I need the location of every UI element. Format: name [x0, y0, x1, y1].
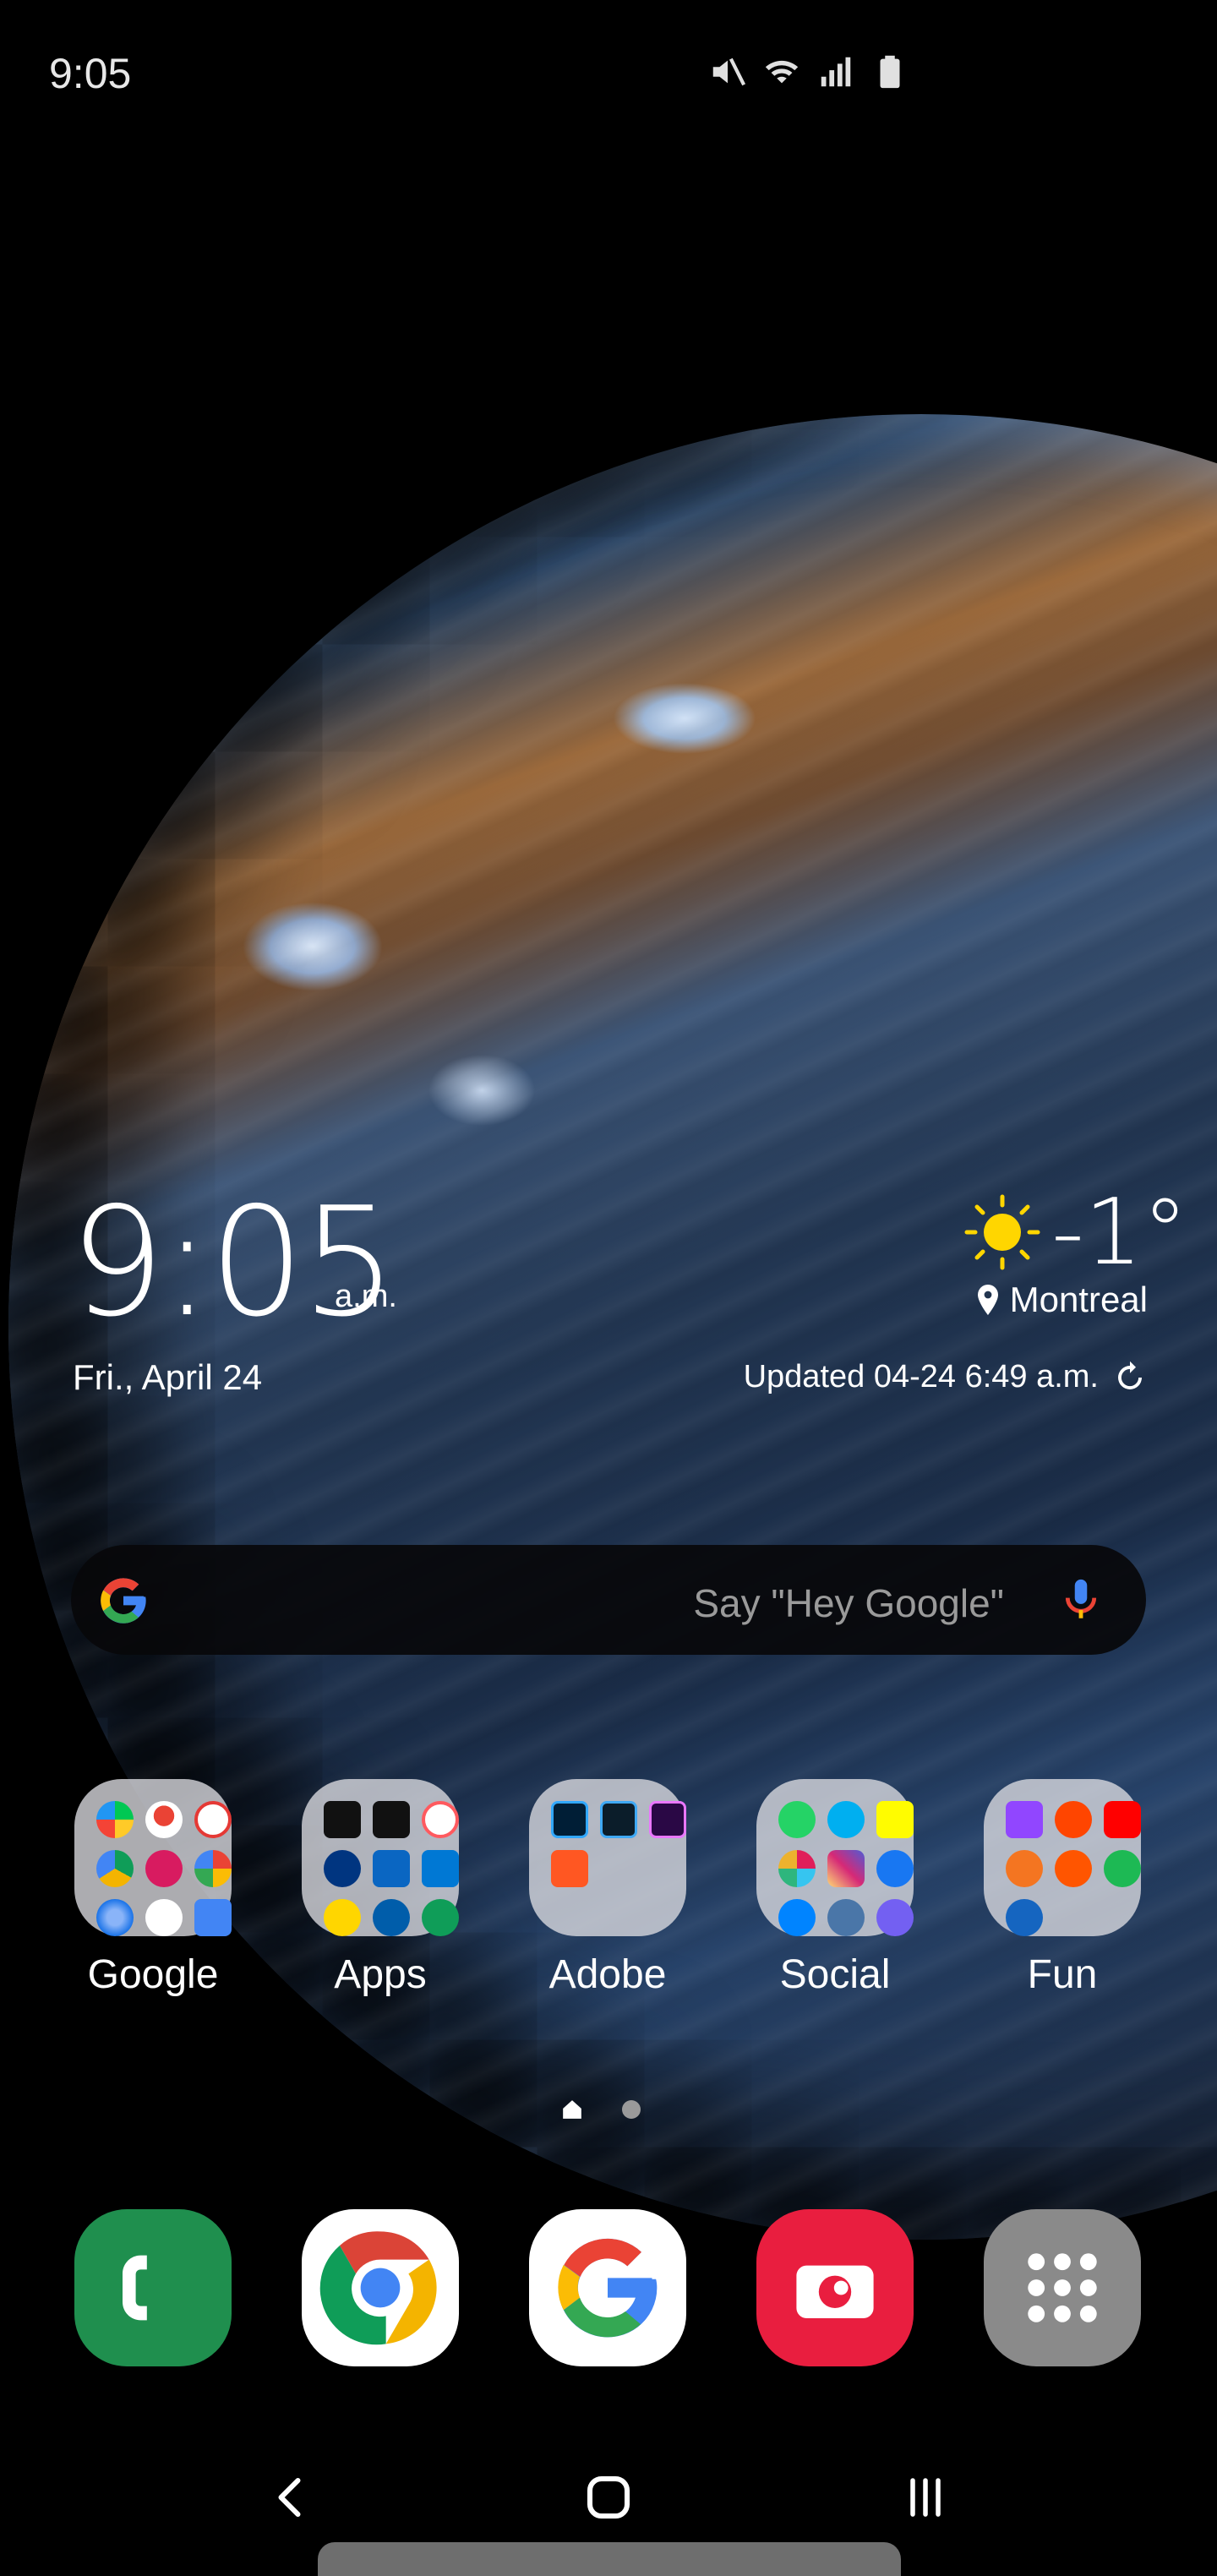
google-search-bar[interactable]: Say "Hey Google" [71, 1545, 1146, 1655]
phone-app[interactable] [74, 2209, 232, 2366]
facebook-icon [876, 1850, 914, 1887]
lightroom-icon [551, 1801, 588, 1838]
mic-icon[interactable] [1056, 1575, 1105, 1624]
reddit-icon [1055, 1801, 1092, 1838]
messenger-icon [778, 1899, 816, 1936]
location-pin-icon [977, 1285, 998, 1315]
uber-icon [373, 1801, 410, 1838]
lightning-icon [1006, 1899, 1043, 1936]
soundcloud-icon [1055, 1850, 1092, 1887]
play-store-icon [96, 1801, 134, 1838]
sun-icon[interactable] [962, 1192, 1043, 1273]
app-drawer[interactable] [984, 2209, 1141, 2366]
slack-icon [778, 1850, 816, 1887]
play-movies-icon [145, 1850, 183, 1887]
booking-icon [324, 1850, 361, 1887]
home-button[interactable] [570, 2459, 647, 2535]
signal-icon [821, 57, 851, 87]
airbnb-icon [422, 1801, 459, 1838]
search-placeholder: Say "Hey Google" [693, 1581, 1004, 1625]
instagram-icon [827, 1850, 865, 1887]
google-g-icon [101, 1578, 146, 1624]
folder-preview [74, 1779, 232, 1936]
gesture-bar[interactable] [318, 2542, 901, 2576]
google-icon [558, 2238, 658, 2338]
spotify-icon [1104, 1850, 1141, 1887]
folder-label: Social [779, 1952, 891, 1997]
uber-eats-icon [324, 1801, 361, 1838]
earth-icon [96, 1899, 134, 1936]
twitch-icon [1006, 1801, 1043, 1838]
camera-app[interactable] [756, 2209, 914, 2366]
home-page-icon[interactable] [561, 2098, 583, 2120]
youtube-icon [1104, 1801, 1141, 1838]
home-icon [324, 1899, 361, 1936]
folder-label: Google [87, 1952, 219, 1997]
folder-google[interactable]: Google [74, 1779, 232, 1997]
wifi-icon [765, 60, 799, 84]
mute-icon [712, 57, 746, 86]
drive-icon [96, 1850, 134, 1887]
weather-updated: Updated 04-24 6:49 a.m. [744, 1359, 1148, 1395]
folder-apps[interactable]: Apps [302, 1779, 459, 1997]
clock-ampm: a.m. [335, 1279, 397, 1314]
clock-time[interactable]: 9:05 [69, 1187, 397, 1338]
outlook-icon [422, 1850, 459, 1887]
chrome-app[interactable] [302, 2209, 459, 2366]
back-button[interactable] [254, 2459, 330, 2535]
snapchat-icon [876, 1801, 914, 1838]
calendar-icon [194, 1801, 232, 1838]
page-indicator [561, 2098, 641, 2120]
hexagon-icon [422, 1899, 459, 1936]
status-time: 9:05 [49, 50, 132, 97]
folder-label: Fun [1027, 1952, 1098, 1997]
folder-fun[interactable]: Fun [984, 1779, 1141, 1997]
camera-icon [796, 2265, 874, 2318]
updated-label: Updated 04-24 6:49 a.m. [743, 1359, 1099, 1394]
vk-icon [827, 1899, 865, 1936]
folder-preview [756, 1779, 914, 1936]
page-dot[interactable] [622, 2100, 641, 2119]
maps-icon [145, 1801, 183, 1838]
photos-icon [194, 1850, 232, 1887]
spark-icon [551, 1850, 588, 1887]
recents-icon [910, 2478, 941, 2517]
home-icon [587, 2475, 630, 2519]
chrome-icon [319, 2231, 437, 2345]
calendar-31-icon [194, 1899, 232, 1936]
whatsapp-icon [778, 1801, 816, 1838]
location-label: Montreal [1009, 1280, 1148, 1319]
folder-social[interactable]: Social [756, 1779, 914, 1997]
folder-label: Adobe [548, 1952, 667, 1997]
google-app[interactable] [529, 2209, 686, 2366]
app-drawer-icon [1028, 2253, 1097, 2322]
back-icon [278, 2478, 301, 2517]
weather-location[interactable]: Montreal [976, 1280, 1148, 1320]
folder-preview [529, 1779, 686, 1936]
rbc-icon [373, 1899, 410, 1936]
recents-button[interactable] [887, 2459, 963, 2535]
linkedin-icon [373, 1850, 410, 1887]
folder-adobe[interactable]: Adobe [529, 1779, 686, 1997]
phone-icon [123, 2255, 147, 2321]
temperature[interactable]: -1° [1051, 1180, 1188, 1285]
crunchyroll-icon [1006, 1850, 1043, 1887]
rush-icon [649, 1801, 686, 1838]
status-icons [708, 52, 909, 91]
status-bar: 9:05 [0, 0, 1217, 152]
adobe-camera-icon [600, 1801, 637, 1838]
clock-date[interactable]: Fri., April 24 [73, 1357, 262, 1398]
battery-icon [880, 55, 900, 89]
gpay-icon [145, 1899, 183, 1936]
folder-label: Apps [334, 1952, 427, 1997]
folder-preview [984, 1779, 1141, 1936]
refresh-icon[interactable] [1112, 1360, 1148, 1395]
folder-preview [302, 1779, 459, 1936]
viber-icon [876, 1899, 914, 1936]
skype-icon [827, 1801, 865, 1838]
